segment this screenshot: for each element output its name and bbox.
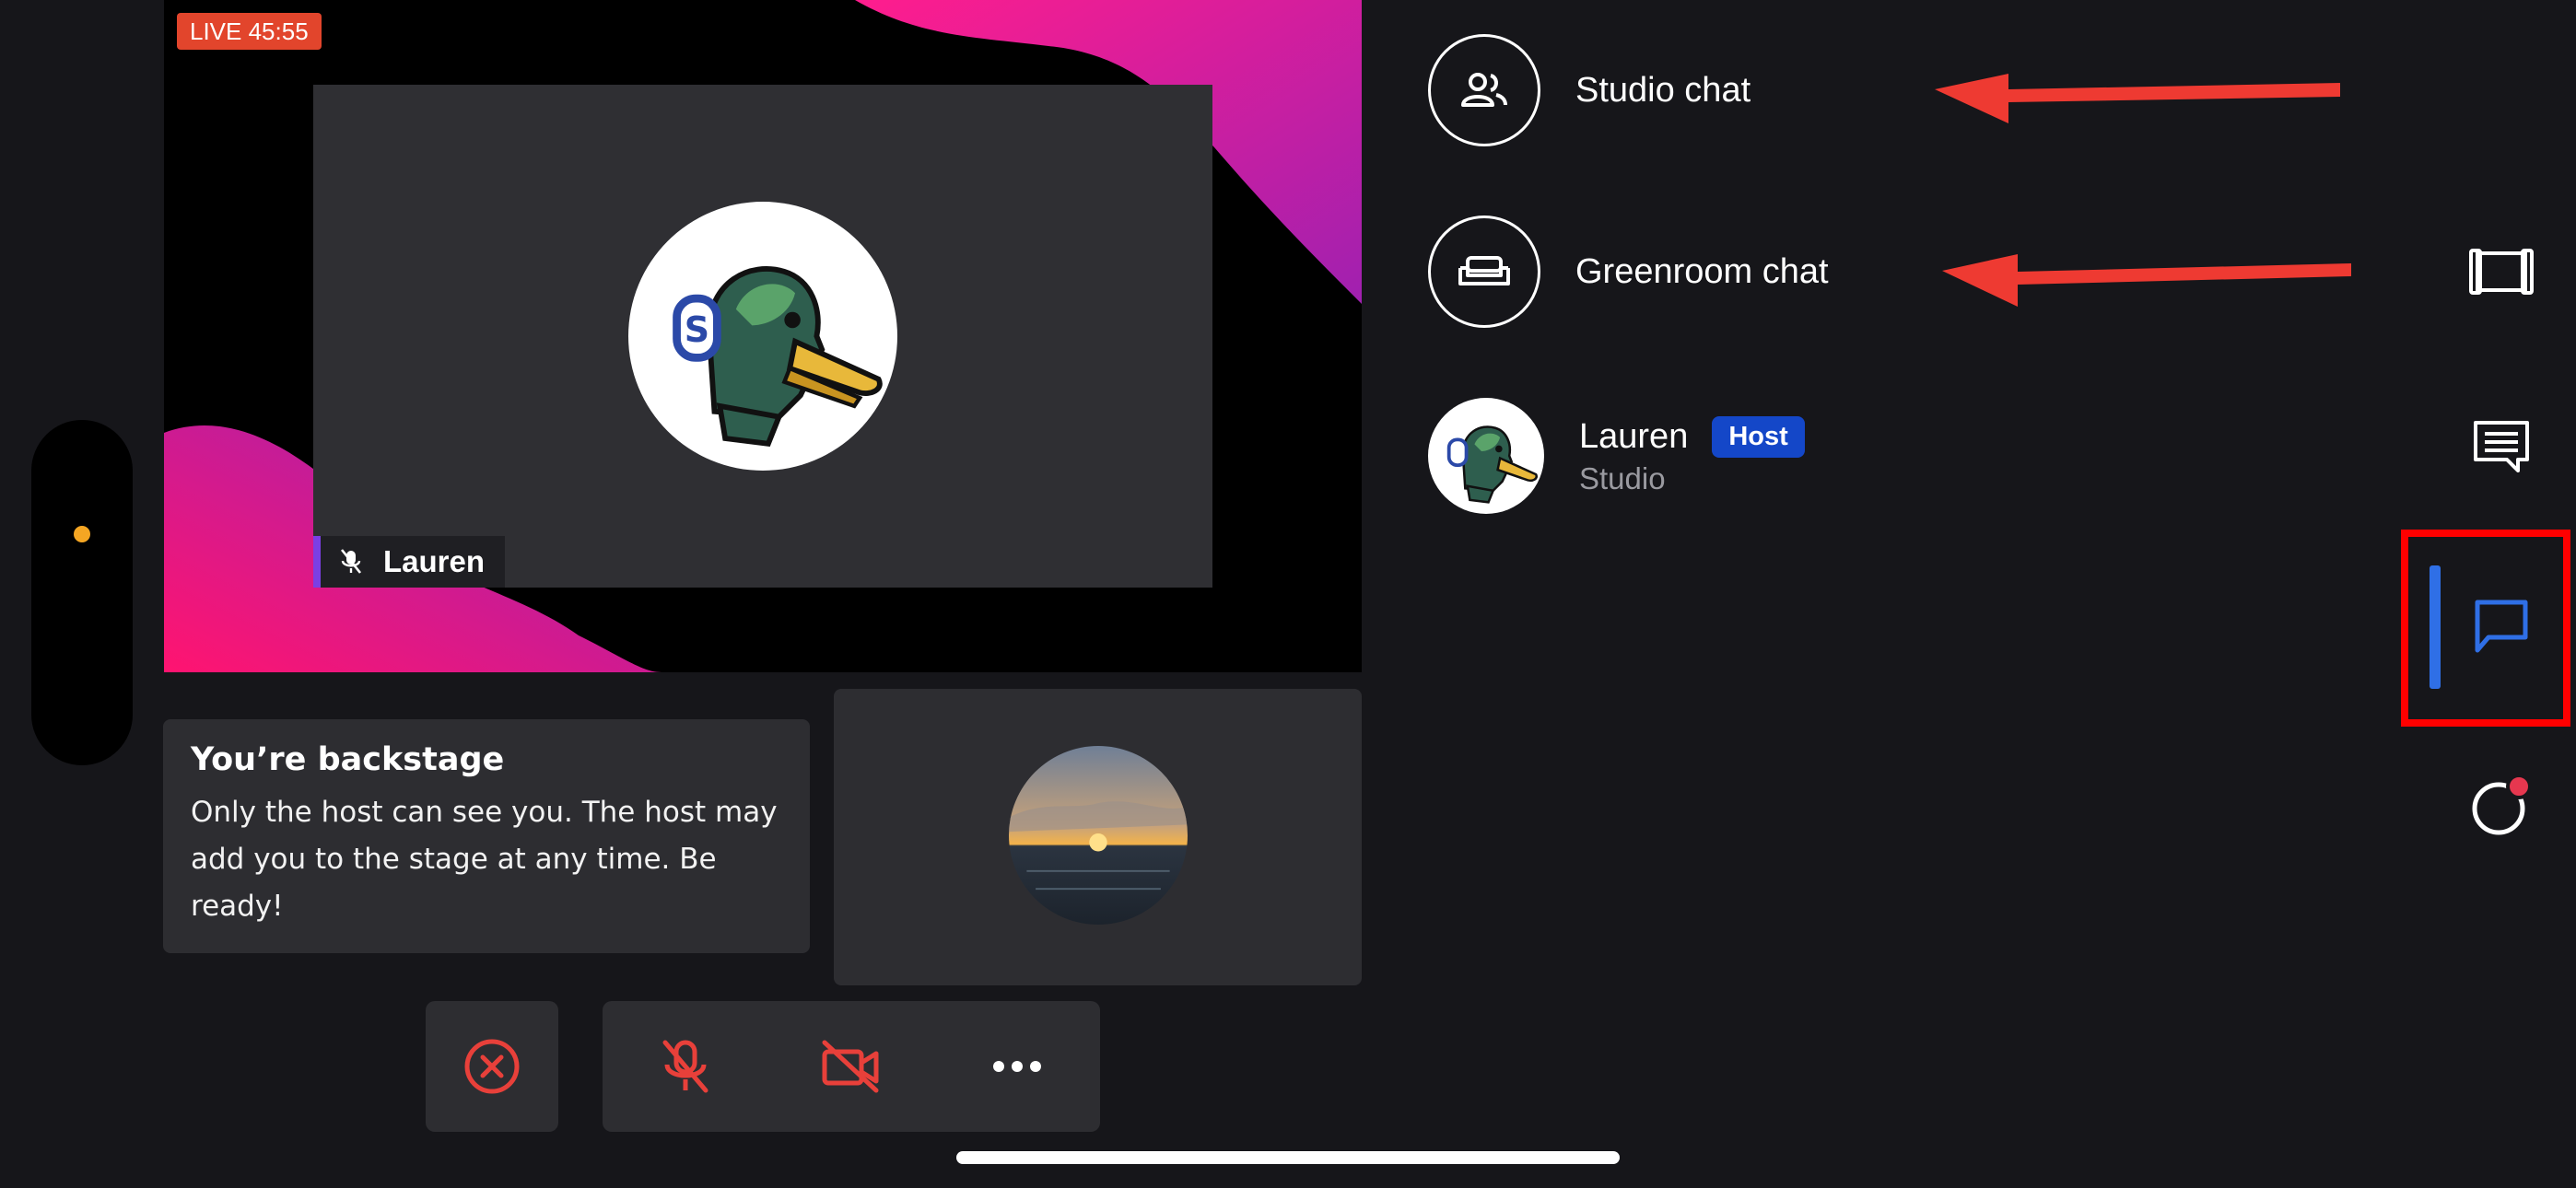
record-icon: [2472, 774, 2532, 835]
greenroom-chat-icon-circle: [1428, 215, 1540, 328]
status-dot: [74, 526, 90, 542]
participant-item[interactable]: Lauren Host Studio: [1428, 398, 1805, 514]
mic-off-icon: [662, 1040, 708, 1093]
greenroom-chat-item[interactable]: Greenroom chat: [1428, 215, 1829, 328]
participant-list-avatar: [1428, 398, 1544, 514]
rail-comments-button[interactable]: [2451, 396, 2552, 497]
participant-location: Studio: [1579, 460, 1666, 495]
leave-button[interactable]: [426, 1001, 558, 1132]
arrow-to-greenroom-chat: [1942, 254, 2351, 307]
media-controls: [603, 1001, 1100, 1132]
backstage-notice: You’re backstage Only the host can see y…: [163, 719, 810, 953]
home-indicator[interactable]: [956, 1151, 1620, 1164]
sunset-photo-icon: [1009, 746, 1188, 925]
participant-name-tag: Lauren: [313, 536, 506, 588]
more-icon: [993, 1061, 1041, 1072]
studio-chat-item[interactable]: Studio chat: [1428, 34, 1751, 146]
annotation-arrows: [1935, 74, 2351, 307]
self-avatar: [1009, 746, 1188, 925]
svg-text:S: S: [685, 309, 709, 350]
studio-chat-label: Studio chat: [1575, 70, 1751, 110]
participant-avatar: S: [628, 202, 897, 471]
live-badge: LIVE 45:55: [177, 13, 322, 50]
participant-video-tile[interactable]: S Lauren: [313, 85, 1212, 588]
users-icon: [1461, 73, 1507, 107]
close-circle-icon: [464, 1039, 520, 1094]
duck-mascot-icon: S: [673, 266, 883, 447]
camera-toggle-button[interactable]: [796, 1001, 907, 1132]
backstage-message: Only the host can see you. The host may …: [191, 796, 778, 923]
mic-off-icon: [340, 549, 362, 574]
backstage-title: You’re backstage: [191, 741, 505, 778]
arrow-to-studio-chat: [1935, 74, 2340, 123]
side-handle[interactable]: [31, 420, 133, 765]
rail-chat-button[interactable]: [2451, 576, 2552, 677]
rail-record-button[interactable]: [2451, 755, 2552, 856]
self-preview-tile[interactable]: [834, 689, 1362, 985]
stage-frame-icon: [2469, 249, 2534, 295]
more-options-button[interactable]: [962, 1001, 1072, 1132]
greenroom-chat-label: Greenroom chat: [1575, 251, 1829, 291]
sofa-icon: [1458, 256, 1510, 285]
rail-stage-button[interactable]: [2451, 221, 2552, 322]
active-indicator: [2430, 565, 2441, 689]
participant-name-label: Lauren: [383, 544, 486, 578]
mic-toggle-button[interactable]: [630, 1001, 741, 1132]
stage-canvas: LIVE 45:55 S Lauren: [164, 0, 1362, 672]
comments-icon: [2474, 421, 2529, 472]
studio-chat-icon-circle: [1428, 34, 1540, 146]
camera-off-icon: [822, 1040, 879, 1093]
chat-bubble-icon: [2475, 600, 2528, 653]
duck-mascot-icon: [1446, 425, 1538, 504]
participant-list-name: Lauren: [1579, 416, 1689, 456]
host-badge: Host: [1712, 415, 1805, 458]
